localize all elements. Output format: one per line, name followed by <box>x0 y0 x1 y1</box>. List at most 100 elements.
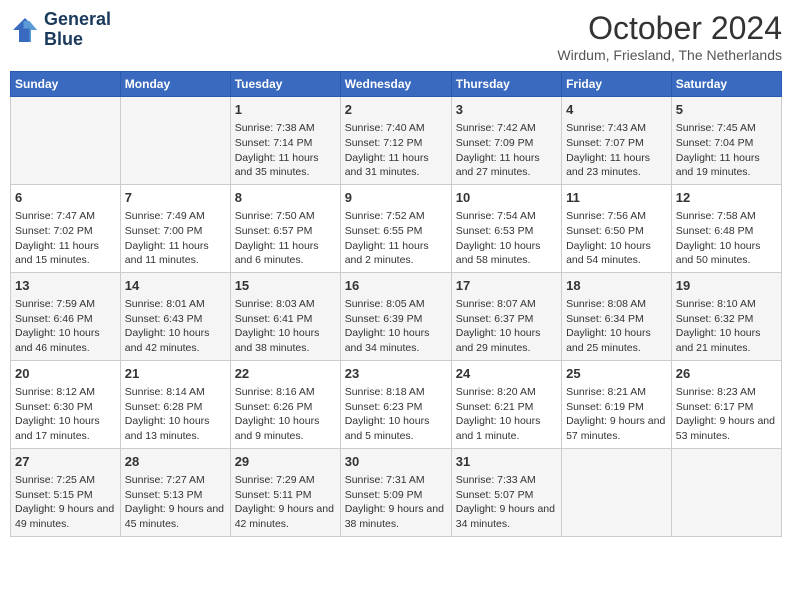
header-cell-thursday: Thursday <box>451 72 561 97</box>
day-number: 19 <box>676 277 777 295</box>
cell-content: Sunrise: 8:07 AM Sunset: 6:37 PM Dayligh… <box>456 297 557 356</box>
cell-content: Sunrise: 8:01 AM Sunset: 6:43 PM Dayligh… <box>125 297 226 356</box>
cell-content: Sunrise: 7:33 AM Sunset: 5:07 PM Dayligh… <box>456 473 557 532</box>
week-row-1: 1 Sunrise: 7:38 AM Sunset: 7:14 PM Daylig… <box>11 97 782 185</box>
calendar-header: SundayMondayTuesdayWednesdayThursdayFrid… <box>11 72 782 97</box>
calendar-cell: 16 Sunrise: 8:05 AM Sunset: 6:39 PM Dayli… <box>340 272 451 360</box>
week-row-3: 13 Sunrise: 7:59 AM Sunset: 6:46 PM Dayli… <box>11 272 782 360</box>
cell-content: Sunrise: 7:29 AM Sunset: 5:11 PM Dayligh… <box>235 473 336 532</box>
calendar-cell: 20 Sunrise: 8:12 AM Sunset: 6:30 PM Dayli… <box>11 360 121 448</box>
month-title: October 2024 <box>557 10 782 47</box>
week-row-4: 20 Sunrise: 8:12 AM Sunset: 6:30 PM Dayli… <box>11 360 782 448</box>
calendar-table: SundayMondayTuesdayWednesdayThursdayFrid… <box>10 71 782 537</box>
calendar-cell: 28Sunrise: 7:27 AM Sunset: 5:13 PM Dayli… <box>120 448 230 536</box>
cell-content: Sunrise: 7:42 AM Sunset: 7:09 PM Dayligh… <box>456 121 557 180</box>
cell-content: Sunrise: 8:21 AM Sunset: 6:19 PM Dayligh… <box>566 385 667 444</box>
cell-content: Sunrise: 7:50 AM Sunset: 6:57 PM Dayligh… <box>235 209 336 268</box>
week-row-2: 6 Sunrise: 7:47 AM Sunset: 7:02 PM Daylig… <box>11 184 782 272</box>
calendar-cell <box>562 448 672 536</box>
day-number: 14 <box>125 277 226 295</box>
day-number: 7 <box>125 189 226 207</box>
title-block: October 2024 Wirdum, Friesland, The Neth… <box>557 10 782 63</box>
day-number: 11 <box>566 189 667 207</box>
cell-content: Sunrise: 7:58 AM Sunset: 6:48 PM Dayligh… <box>676 209 777 268</box>
cell-content: Sunrise: 8:18 AM Sunset: 6:23 PM Dayligh… <box>345 385 447 444</box>
cell-content: Sunrise: 7:31 AM Sunset: 5:09 PM Dayligh… <box>345 473 447 532</box>
calendar-cell: 1 Sunrise: 7:38 AM Sunset: 7:14 PM Daylig… <box>230 97 340 185</box>
day-number: 21 <box>125 365 226 383</box>
day-number: 15 <box>235 277 336 295</box>
calendar-cell: 11 Sunrise: 7:56 AM Sunset: 6:50 PM Dayli… <box>562 184 672 272</box>
day-number: 2 <box>345 101 447 119</box>
calendar-cell: 9Sunrise: 7:52 AM Sunset: 6:55 PM Daylig… <box>340 184 451 272</box>
day-number: 9 <box>345 189 447 207</box>
calendar-cell: 7 Sunrise: 7:49 AM Sunset: 7:00 PM Daylig… <box>120 184 230 272</box>
calendar-cell: 10Sunrise: 7:54 AM Sunset: 6:53 PM Dayli… <box>451 184 561 272</box>
cell-content: Sunrise: 8:05 AM Sunset: 6:39 PM Dayligh… <box>345 297 447 356</box>
header-cell-saturday: Saturday <box>671 72 781 97</box>
day-number: 4 <box>566 101 667 119</box>
calendar-cell: 8Sunrise: 7:50 AM Sunset: 6:57 PM Daylig… <box>230 184 340 272</box>
day-number: 30 <box>345 453 447 471</box>
cell-content: Sunrise: 7:40 AM Sunset: 7:12 PM Dayligh… <box>345 121 447 180</box>
calendar-cell: 2 Sunrise: 7:40 AM Sunset: 7:12 PM Daylig… <box>340 97 451 185</box>
header-row: SundayMondayTuesdayWednesdayThursdayFrid… <box>11 72 782 97</box>
page-header: General Blue October 2024 Wirdum, Friesl… <box>10 10 782 63</box>
logo-icon <box>10 15 40 45</box>
cell-content: Sunrise: 7:56 AM Sunset: 6:50 PM Dayligh… <box>566 209 667 268</box>
calendar-cell <box>671 448 781 536</box>
cell-content: Sunrise: 8:23 AM Sunset: 6:17 PM Dayligh… <box>676 385 777 444</box>
day-number: 20 <box>15 365 116 383</box>
day-number: 29 <box>235 453 336 471</box>
cell-content: Sunrise: 8:03 AM Sunset: 6:41 PM Dayligh… <box>235 297 336 356</box>
day-number: 26 <box>676 365 777 383</box>
cell-content: Sunrise: 7:38 AM Sunset: 7:14 PM Dayligh… <box>235 121 336 180</box>
cell-content: Sunrise: 7:47 AM Sunset: 7:02 PM Dayligh… <box>15 209 116 268</box>
day-number: 25 <box>566 365 667 383</box>
day-number: 3 <box>456 101 557 119</box>
cell-content: Sunrise: 8:14 AM Sunset: 6:28 PM Dayligh… <box>125 385 226 444</box>
header-cell-sunday: Sunday <box>11 72 121 97</box>
day-number: 5 <box>676 101 777 119</box>
header-cell-friday: Friday <box>562 72 672 97</box>
calendar-cell: 24Sunrise: 8:20 AM Sunset: 6:21 PM Dayli… <box>451 360 561 448</box>
day-number: 12 <box>676 189 777 207</box>
calendar-cell: 22Sunrise: 8:16 AM Sunset: 6:26 PM Dayli… <box>230 360 340 448</box>
day-number: 23 <box>345 365 447 383</box>
calendar-cell: 13 Sunrise: 7:59 AM Sunset: 6:46 PM Dayli… <box>11 272 121 360</box>
calendar-cell: 14 Sunrise: 8:01 AM Sunset: 6:43 PM Dayli… <box>120 272 230 360</box>
cell-content: Sunrise: 8:12 AM Sunset: 6:30 PM Dayligh… <box>15 385 116 444</box>
header-cell-monday: Monday <box>120 72 230 97</box>
day-number: 31 <box>456 453 557 471</box>
day-number: 16 <box>345 277 447 295</box>
header-cell-wednesday: Wednesday <box>340 72 451 97</box>
calendar-cell: 4 Sunrise: 7:43 AM Sunset: 7:07 PM Daylig… <box>562 97 672 185</box>
calendar-cell <box>120 97 230 185</box>
day-number: 1 <box>235 101 336 119</box>
calendar-body: 1 Sunrise: 7:38 AM Sunset: 7:14 PM Daylig… <box>11 97 782 537</box>
calendar-cell: 18Sunrise: 8:08 AM Sunset: 6:34 PM Dayli… <box>562 272 672 360</box>
logo: General Blue <box>10 10 111 50</box>
day-number: 27 <box>15 453 116 471</box>
cell-content: Sunrise: 7:59 AM Sunset: 6:46 PM Dayligh… <box>15 297 116 356</box>
location-subtitle: Wirdum, Friesland, The Netherlands <box>557 47 782 63</box>
calendar-cell: 3 Sunrise: 7:42 AM Sunset: 7:09 PM Daylig… <box>451 97 561 185</box>
calendar-cell: 27 Sunrise: 7:25 AM Sunset: 5:15 PM Dayli… <box>11 448 121 536</box>
cell-content: Sunrise: 7:54 AM Sunset: 6:53 PM Dayligh… <box>456 209 557 268</box>
cell-content: Sunrise: 7:43 AM Sunset: 7:07 PM Dayligh… <box>566 121 667 180</box>
cell-content: Sunrise: 8:16 AM Sunset: 6:26 PM Dayligh… <box>235 385 336 444</box>
cell-content: Sunrise: 7:25 AM Sunset: 5:15 PM Dayligh… <box>15 473 116 532</box>
day-number: 18 <box>566 277 667 295</box>
calendar-cell: 15 Sunrise: 8:03 AM Sunset: 6:41 PM Dayli… <box>230 272 340 360</box>
calendar-cell: 31 Sunrise: 7:33 AM Sunset: 5:07 PM Dayli… <box>451 448 561 536</box>
calendar-cell: 26 Sunrise: 8:23 AM Sunset: 6:17 PM Dayli… <box>671 360 781 448</box>
calendar-cell: 6 Sunrise: 7:47 AM Sunset: 7:02 PM Daylig… <box>11 184 121 272</box>
day-number: 6 <box>15 189 116 207</box>
logo-text: General Blue <box>44 10 111 50</box>
cell-content: Sunrise: 7:49 AM Sunset: 7:00 PM Dayligh… <box>125 209 226 268</box>
cell-content: Sunrise: 8:20 AM Sunset: 6:21 PM Dayligh… <box>456 385 557 444</box>
header-cell-tuesday: Tuesday <box>230 72 340 97</box>
calendar-cell: 29 Sunrise: 7:29 AM Sunset: 5:11 PM Dayli… <box>230 448 340 536</box>
day-number: 13 <box>15 277 116 295</box>
day-number: 17 <box>456 277 557 295</box>
